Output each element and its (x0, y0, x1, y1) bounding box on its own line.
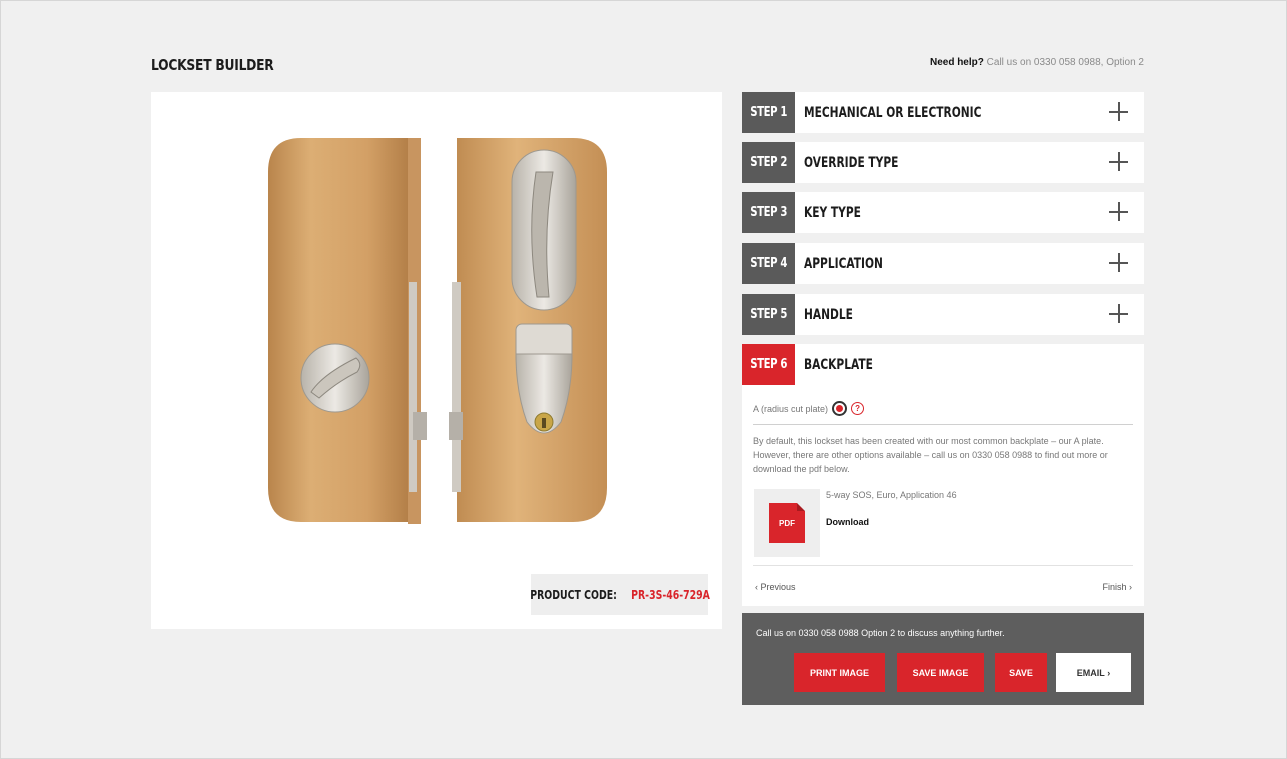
backplate-option[interactable]: A (radius cut plate) ? (753, 401, 865, 416)
step-title: MECHANICAL OR ELECTRONIC (804, 104, 982, 121)
step-1-header[interactable]: STEP 1 MECHANICAL OR ELECTRONIC (742, 92, 1144, 133)
page-title: LOCKSET BUILDER (151, 56, 274, 74)
plus-icon[interactable] (1109, 253, 1128, 272)
step-number-badge-active: STEP 6 (742, 344, 795, 385)
help-text: Need help? Call us on 0330 058 0988, Opt… (930, 57, 1144, 68)
radio-button-selected[interactable] (832, 401, 848, 416)
chevron-right-icon: › (1104, 667, 1111, 678)
plus-icon[interactable] (1109, 102, 1128, 121)
step-6-header[interactable]: STEP 6 BACKPLATE (742, 344, 895, 385)
plus-icon[interactable] (1109, 152, 1128, 171)
product-code-value: PR-3S-46-729A (630, 587, 710, 602)
action-bar: Call us on 0330 058 0988 Option 2 to dis… (742, 613, 1144, 705)
step-4-header[interactable]: STEP 4 APPLICATION (742, 243, 1144, 284)
help-phone: Call us on 0330 058 0988, Option 2 (986, 57, 1144, 68)
backplate-description: By default, this lockset has been create… (753, 436, 1108, 474)
left-door-leaf (268, 138, 409, 522)
divider (753, 424, 1133, 425)
lockset-image (268, 138, 607, 524)
step-number-badge: STEP 5 (742, 294, 795, 335)
option-label: A (radius cut plate) (753, 403, 829, 414)
download-link[interactable]: Download (826, 517, 869, 527)
pdf-thumbnail[interactable]: PDF (754, 489, 820, 557)
step-2-header[interactable]: STEP 2 OVERRIDE TYPE (742, 142, 1144, 183)
product-code: PRODUCT CODE: PR-3S-46-729A (530, 574, 710, 615)
step-number-badge: STEP 1 (742, 92, 795, 133)
chevron-right-icon: › (1126, 582, 1132, 592)
question-circle-icon[interactable]: ? (851, 402, 865, 415)
print-image-button[interactable]: PRINT IMAGE (794, 653, 885, 692)
step-title: HANDLE (804, 306, 853, 323)
product-preview (151, 92, 722, 629)
step-title: KEY TYPE (804, 204, 861, 221)
step-3-header[interactable]: STEP 3 KEY TYPE (742, 192, 1144, 233)
finish-button[interactable]: Finish › (1102, 582, 1132, 592)
plus-icon[interactable] (1109, 304, 1128, 323)
step-6-panel: STEP 6 BACKPLATE A (radius cut plate) ? … (742, 344, 1144, 606)
step-number-badge: STEP 2 (742, 142, 795, 183)
save-image-button[interactable]: SAVE IMAGE (897, 653, 984, 692)
save-button[interactable]: SAVE (995, 653, 1047, 692)
step-5-header[interactable]: STEP 5 HANDLE (742, 294, 1144, 335)
divider (753, 565, 1133, 566)
previous-button[interactable]: ‹ Previous (755, 582, 796, 592)
help-label: Need help? (929, 57, 984, 68)
pdf-file-icon: PDF (769, 503, 805, 543)
step-title: APPLICATION (804, 255, 883, 272)
pdf-name: 5-way SOS, Euro, Application 46 (826, 490, 957, 500)
step-number-badge: STEP 4 (742, 243, 795, 284)
plus-icon[interactable] (1109, 202, 1128, 221)
step-number-badge: STEP 3 (742, 192, 795, 233)
step-title: BACKPLATE (804, 356, 873, 373)
action-text: Call us on 0330 058 0988 Option 2 to dis… (756, 628, 1005, 638)
step-title: OVERRIDE TYPE (804, 154, 899, 171)
product-code-label: PRODUCT CODE: (530, 587, 618, 602)
email-button[interactable]: EMAIL › (1056, 653, 1131, 692)
